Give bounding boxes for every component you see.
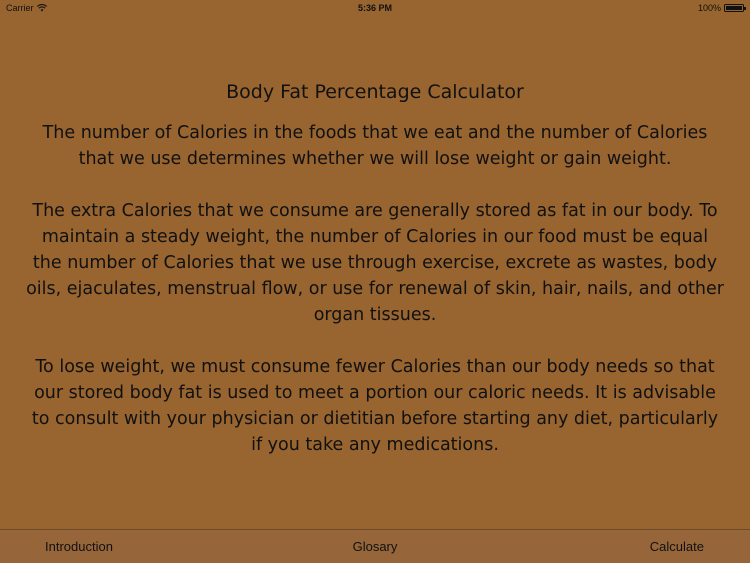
tab-calculate[interactable]: Calculate [650, 539, 704, 554]
intro-paragraph-3: To lose weight, we must consume fewer Ca… [31, 357, 719, 455]
bottom-tab-bar: Introduction Glosary Calculate [0, 529, 750, 563]
status-right: 100% [697, 3, 746, 13]
tab-glossary[interactable]: Glosary [0, 539, 750, 554]
page-title: Body Fat Percentage Calculator [226, 81, 524, 103]
intro-paragraph-1: The number of Calories in the foods that… [42, 123, 708, 169]
battery-percent: 100% [697, 3, 721, 13]
battery-level-fill [726, 6, 742, 10]
status-time: 5:36 PM [357, 3, 392, 13]
main-content: Body Fat Percentage Calculator The numbe… [25, 80, 725, 484]
intro-paragraph-2: The extra Calories that we consume are g… [26, 201, 724, 325]
status-bar: Carrier 5:36 PM 100% [0, 0, 750, 16]
battery-icon [724, 4, 746, 12]
